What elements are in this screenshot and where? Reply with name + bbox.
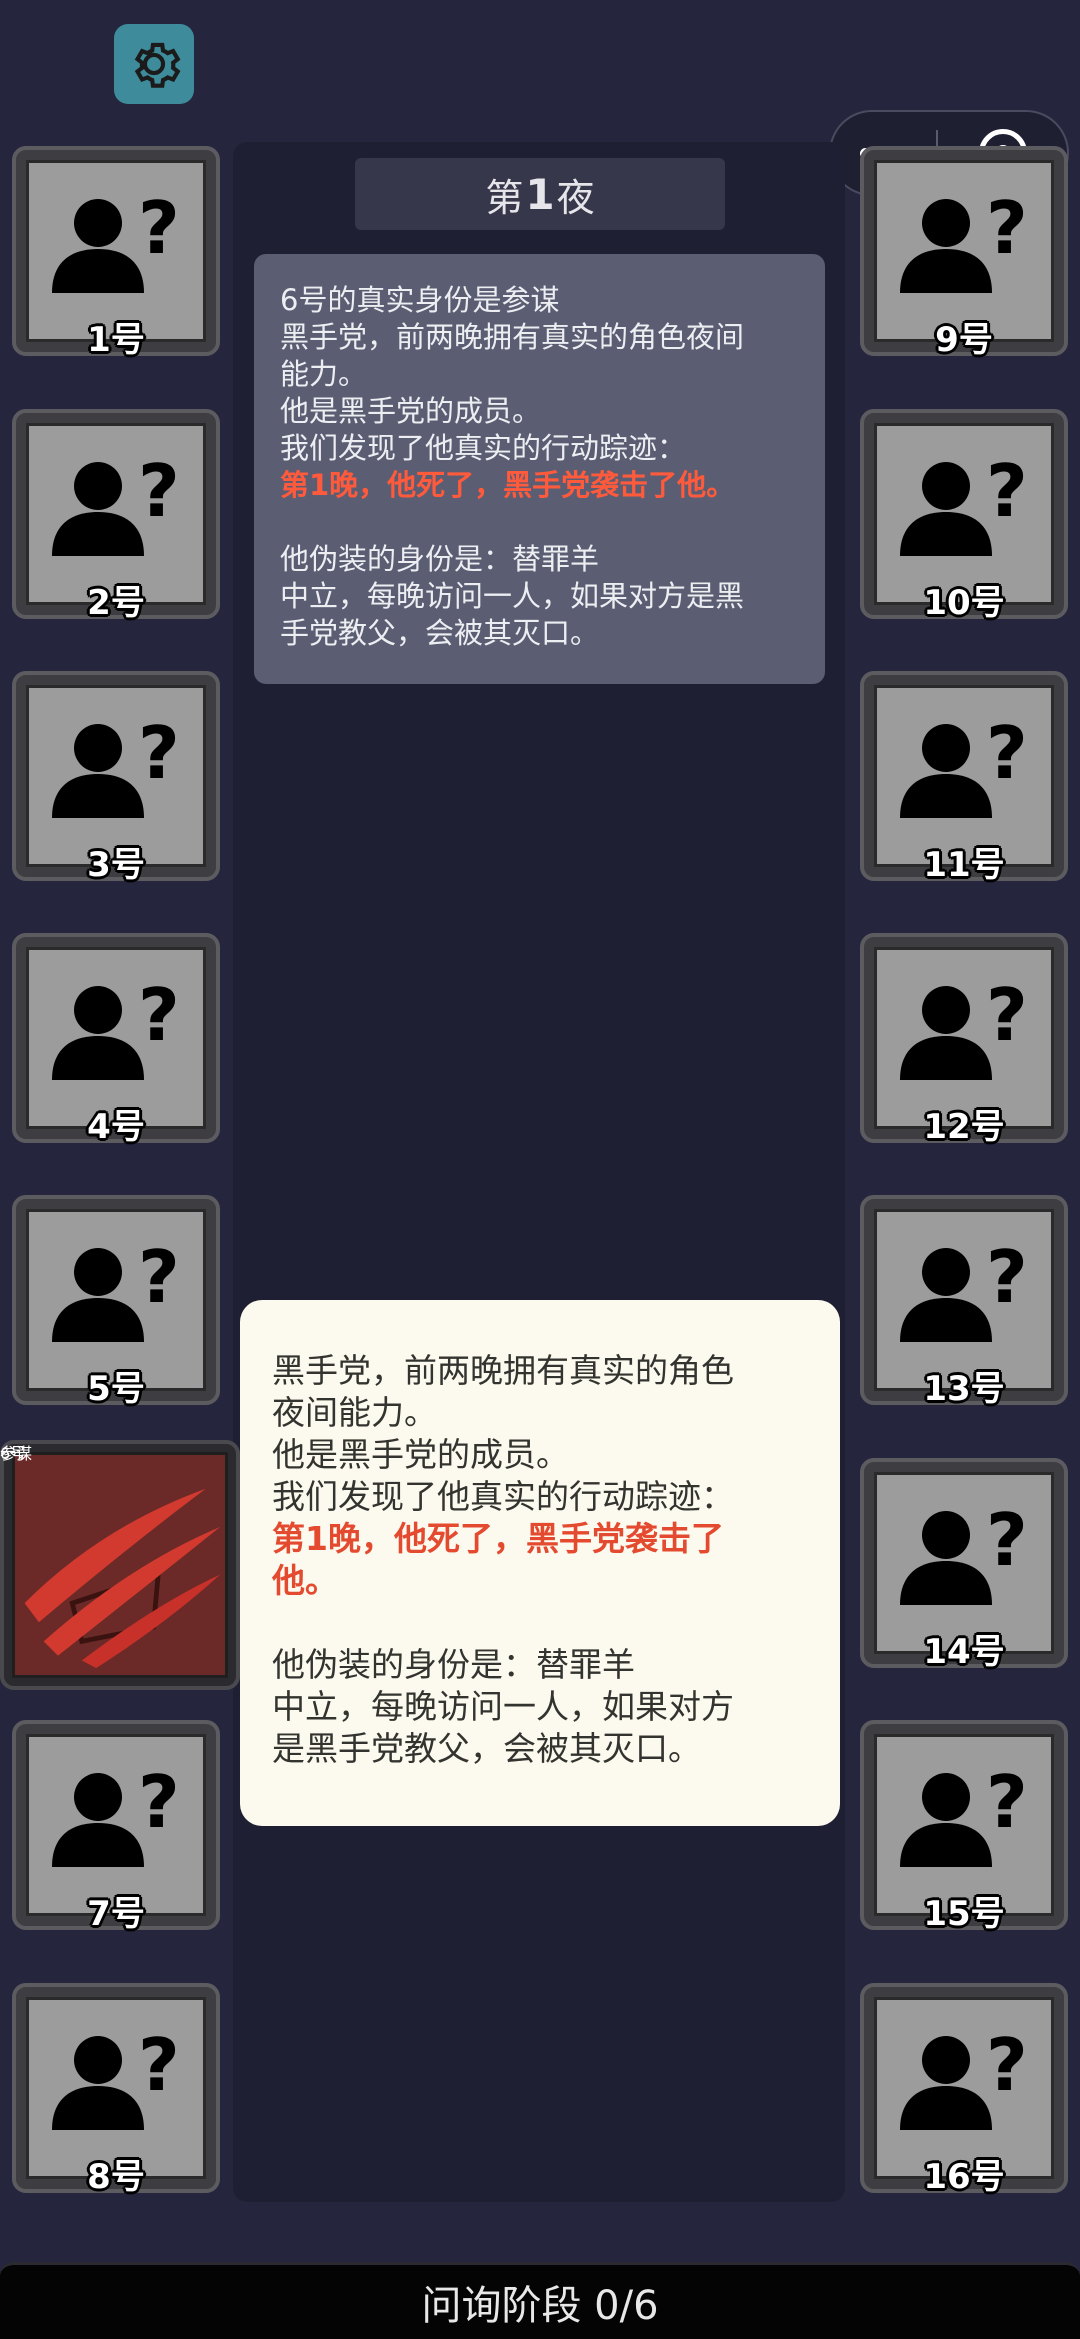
log-line: 黑手党，前两晚拥有真实的角色夜间: [280, 320, 745, 354]
log-line: [280, 504, 801, 541]
popup-line: 是黑手党教父，会被其灭口。: [272, 1729, 701, 1768]
svg-text:?: ?: [986, 1760, 1028, 1844]
night-title: 第1夜: [355, 158, 725, 230]
log-line: 6号的真实身份是参谋: [280, 283, 560, 317]
seat-label: 1号: [87, 320, 145, 360]
seat-label: 5号: [87, 1369, 145, 1409]
svg-text:?: ?: [138, 2023, 180, 2107]
svg-text:?: ?: [138, 449, 180, 533]
unknown-person-icon: ?: [900, 973, 1028, 1080]
seat-label: 12号: [923, 1107, 1005, 1147]
seat-2[interactable]: ? 2号: [12, 409, 220, 623]
svg-text:?: ?: [986, 973, 1028, 1057]
seat-label: 13号: [923, 1369, 1005, 1409]
svg-text:?: ?: [138, 973, 180, 1057]
unknown-person-icon: ?: [900, 1760, 1028, 1867]
unknown-person-icon: ?: [900, 449, 1028, 556]
svg-text:?: ?: [986, 2023, 1028, 2107]
seat-15[interactable]: ? 15号: [860, 1720, 1068, 1934]
popup-line: 他是黑手党的成员。: [272, 1435, 569, 1474]
log-message-card: 6号的真实身份是参谋 黑手党，前两晚拥有真实的角色夜间 能力。 他是黑手党的成员…: [254, 254, 825, 684]
unknown-person-icon: ?: [52, 1235, 180, 1342]
svg-text:?: ?: [986, 449, 1028, 533]
seat-1[interactable]: ? 1号: [12, 146, 220, 360]
unknown-person-icon: ?: [52, 449, 180, 556]
seat-9[interactable]: ? 9号: [860, 146, 1068, 360]
unknown-person-icon: ?: [900, 711, 1028, 818]
seat-11[interactable]: ? 11号: [860, 671, 1068, 885]
popup-line: 黑手党，前两晚拥有真实的角色: [272, 1351, 734, 1390]
seat-label: 11号: [923, 845, 1005, 885]
unknown-person-icon: ?: [900, 1235, 1028, 1342]
svg-text:?: ?: [138, 1235, 180, 1319]
night-number: 1: [525, 169, 555, 219]
settings-button[interactable]: [114, 24, 194, 104]
seat-label: 4号: [87, 1107, 145, 1147]
seat-label: 7号: [87, 1894, 145, 1934]
svg-text:?: ?: [138, 1760, 180, 1844]
phase-label: 问询阶段 0/6: [421, 2283, 659, 2329]
log-line: 能力。: [280, 357, 368, 391]
seat-4[interactable]: ? 4号: [12, 933, 220, 1147]
svg-text:?: ?: [986, 1235, 1028, 1319]
svg-text:?: ?: [138, 711, 180, 795]
log-line: 手党教父，会被其灭口。: [280, 616, 600, 650]
unknown-person-icon: ?: [52, 1760, 180, 1867]
log-line: 他伪装的身份是：替罪羊: [280, 542, 600, 576]
seat-label: 15号: [923, 1894, 1005, 1934]
gear-icon: [134, 42, 181, 88]
log-highlight-line: 第1晚，他死了，黑手党袭击了他。: [280, 468, 736, 502]
role-detail-popup[interactable]: 黑手党，前两晚拥有真实的角色 夜间能力。 他是黑手党的成员。 我们发现了他真实的…: [240, 1300, 840, 1826]
unknown-person-icon: ?: [52, 2023, 180, 2130]
svg-text:?: ?: [138, 186, 180, 270]
seat-12[interactable]: ? 12号: [860, 933, 1068, 1147]
popup-line: 他伪装的身份是：替罪羊: [272, 1645, 635, 1684]
seat-7[interactable]: ? 7号: [12, 1720, 220, 1934]
night-prefix: 第: [485, 175, 524, 220]
popup-line: 中立，每晚访问一人，如果对方: [272, 1687, 734, 1726]
unknown-person-icon: ?: [52, 186, 180, 293]
seat-label: 16号: [923, 2157, 1005, 2197]
seat-label: 8号: [87, 2157, 145, 2197]
seat-label: 2号: [87, 583, 145, 623]
phase-status-bar: 问询阶段 0/6: [0, 2262, 1080, 2339]
svg-text:?: ?: [986, 1498, 1028, 1582]
unknown-person-icon: ?: [900, 186, 1028, 293]
unknown-person-icon: ?: [900, 2023, 1028, 2130]
popup-line: 我们发现了他真实的行动踪迹：: [272, 1477, 734, 1516]
seat-label: 3号: [87, 845, 145, 885]
seat-8[interactable]: ? 8号: [12, 1983, 220, 2197]
seat-14[interactable]: ? 14号: [860, 1458, 1068, 1672]
popup-highlight-line: 第1晚，他死了，黑手党袭击了: [272, 1519, 724, 1558]
night-suffix: 夜: [556, 175, 595, 220]
log-line: 他是黑手党的成员。: [280, 394, 542, 428]
popup-line: 夜间能力。: [272, 1393, 437, 1432]
seat-label: 10号: [923, 583, 1005, 623]
popup-highlight-line: 他。: [272, 1561, 338, 1600]
seat-10[interactable]: ? 10号: [860, 409, 1068, 623]
seat-label: 14号: [923, 1632, 1005, 1672]
unknown-person-icon: ?: [52, 711, 180, 818]
log-line: 我们发现了他真实的行动踪迹：: [280, 431, 687, 465]
unknown-person-icon: ?: [900, 1498, 1028, 1605]
seat-13[interactable]: ? 13号: [860, 1195, 1068, 1409]
svg-text:?: ?: [986, 186, 1028, 270]
seat-label: 6号: [0, 1444, 27, 1463]
seat-label: 9号: [935, 320, 993, 360]
seat-3[interactable]: ? 3号: [12, 671, 220, 885]
log-line: 中立，每晚访问一人，如果对方是黑: [280, 579, 745, 613]
unknown-person-icon: ?: [52, 973, 180, 1080]
seat-5[interactable]: ? 5号: [12, 1195, 220, 1409]
popup-line: [272, 1602, 816, 1644]
svg-text:?: ?: [986, 711, 1028, 795]
seat-16[interactable]: ? 16号: [860, 1983, 1068, 2197]
